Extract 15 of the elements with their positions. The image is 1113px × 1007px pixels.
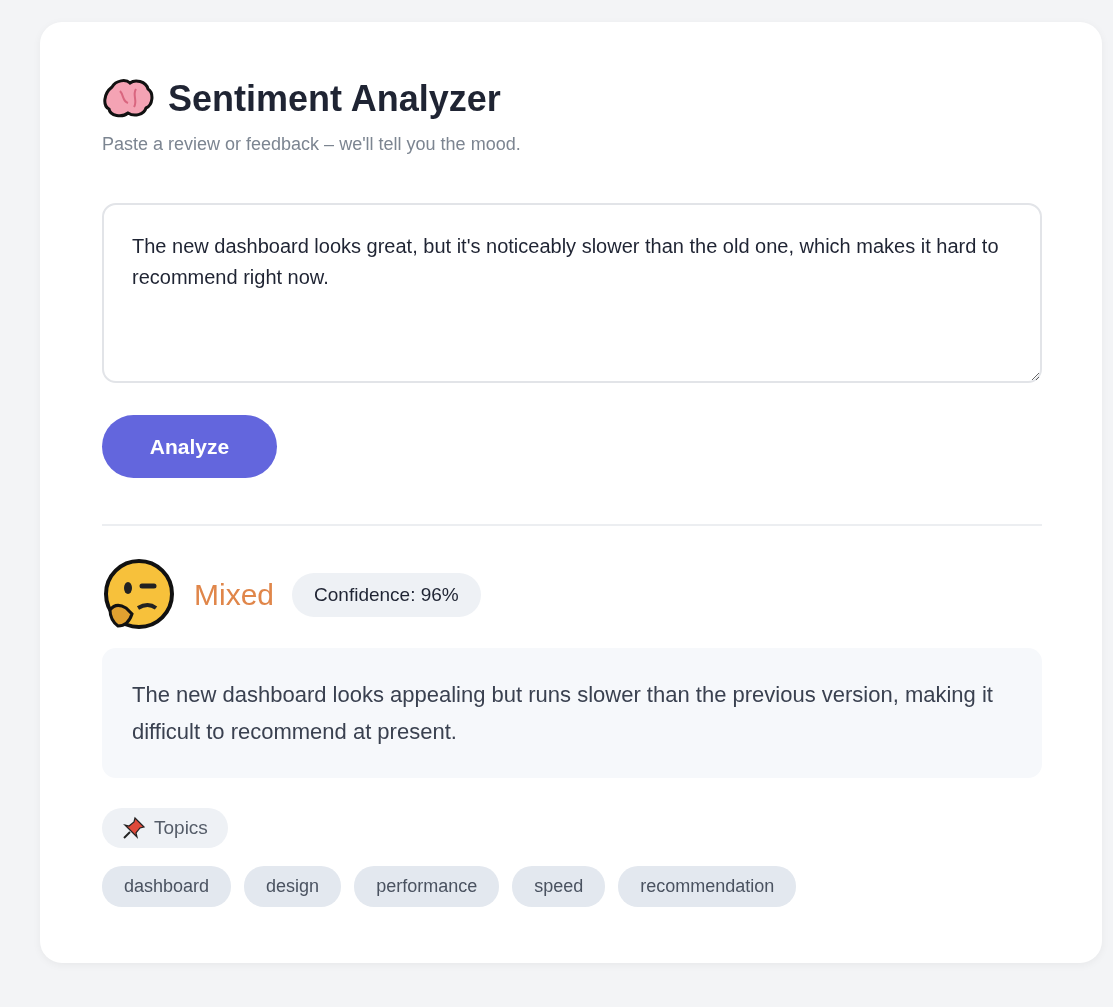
brain-icon xyxy=(102,79,154,119)
analyze-button[interactable]: Analyze xyxy=(102,415,277,478)
topic-tag: dashboard xyxy=(102,866,232,907)
confidence-badge: Confidence: 96% xyxy=(292,573,481,617)
topic-tag: recommendation xyxy=(618,866,797,907)
sentiment-label: Mixed xyxy=(194,578,275,612)
summary-text: The new dashboard looks appealing but runs slower than the previous version, making it difficult to recommend at present. xyxy=(102,648,1042,778)
topic-tag: performance xyxy=(354,866,500,907)
topics-label: Topics xyxy=(154,817,208,839)
subtitle: Paste a review or feedback – we'll tell you the mood. xyxy=(102,134,522,155)
pushpin-icon xyxy=(122,816,146,840)
topic-tag: design xyxy=(244,866,342,907)
review-input-field[interactable]: The new dashboard looks great, but it's noticeably slower than the old one, which makes it hard to recommend right now. xyxy=(102,203,1042,383)
topic-tag: speed xyxy=(512,866,606,907)
app-title: Sentiment Analyzer xyxy=(168,78,501,120)
